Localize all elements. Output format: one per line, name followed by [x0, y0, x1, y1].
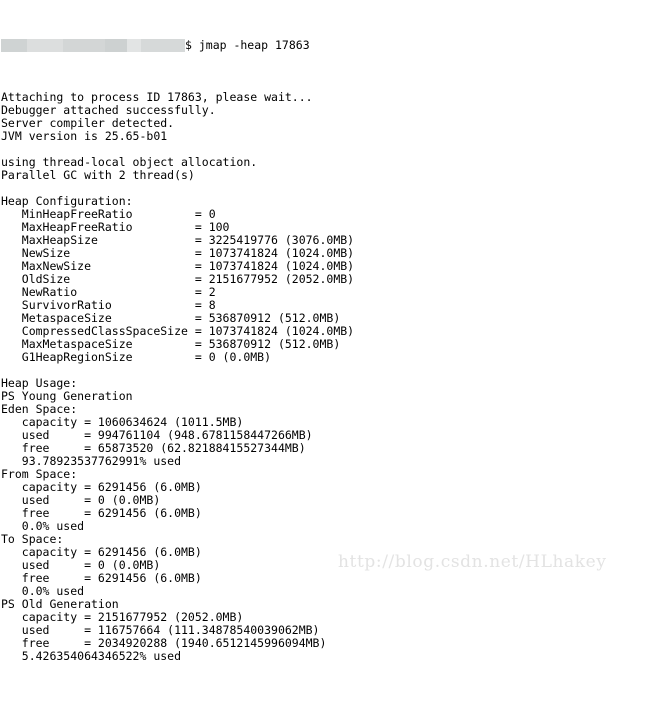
output-line: used = 116757664 (111.34878540039062MB) [1, 623, 320, 637]
output-line: capacity = 2151677952 (2052.0MB) [1, 610, 244, 624]
output-line: Parallel GC with 2 thread(s) [1, 168, 195, 182]
command-output: Attaching to process ID 17863, please wa… [1, 91, 651, 663]
output-line: 0.0% used [1, 519, 85, 533]
output-line: free = 6291456 (6.0MB) [1, 506, 202, 520]
output-line: free = 2034920288 (1940.6512145996094MB) [1, 636, 327, 650]
shell-prompt-line: $ jmap -heap 17863 [1, 39, 651, 52]
terminal-window[interactable]: $ jmap -heap 17863 Attaching to process … [0, 0, 651, 663]
output-line: PS Young Generation [1, 389, 133, 403]
output-line: JVM version is 25.65-b01 [1, 129, 168, 143]
output-line: free = 6291456 (6.0MB) [1, 571, 202, 585]
output-line: PS Old Generation [1, 597, 119, 611]
terminal-output-area[interactable]: $ jmap -heap 17863 Attaching to process … [1, 0, 651, 702]
output-line: 0.0% used [1, 584, 85, 598]
shell-command-text: $ jmap -heap 17863 [185, 38, 310, 52]
redacted-prompt-block [1, 39, 185, 52]
output-line: G1HeapRegionSize = 0 (0.0MB) [1, 350, 272, 364]
output-line: 93.78923537762991% used [1, 454, 182, 468]
output-line: 5.426354064346522% used [1, 649, 182, 663]
